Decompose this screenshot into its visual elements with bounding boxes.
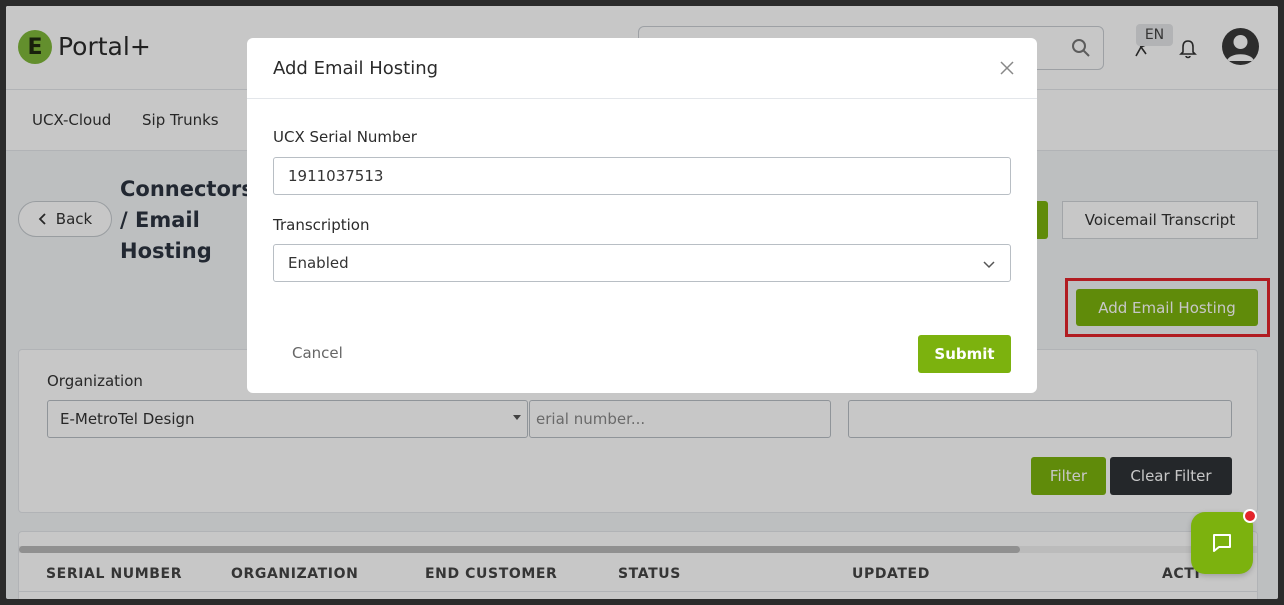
chevron-down-icon [983, 261, 995, 269]
serial-number-label: UCX Serial Number [273, 128, 417, 146]
close-icon[interactable] [999, 60, 1015, 76]
transcription-value: Enabled [288, 254, 349, 272]
add-email-hosting-modal: Add Email Hosting UCX Serial Number 1911… [247, 38, 1037, 393]
cancel-button[interactable]: Cancel [292, 344, 343, 362]
transcription-select[interactable]: Enabled [273, 244, 1011, 282]
notification-dot [1243, 509, 1257, 523]
transcription-label: Transcription [273, 216, 370, 234]
modal-title: Add Email Hosting [273, 58, 439, 79]
modal-header: Add Email Hosting [247, 38, 1037, 99]
chat-icon [1213, 534, 1231, 552]
serial-number-field[interactable]: 1911037513 [273, 157, 1011, 195]
chat-button[interactable] [1191, 512, 1253, 574]
app-window: E Portal+ EN UCX-Cloud Sip Trunks Back C… [6, 6, 1278, 599]
submit-button[interactable]: Submit [918, 335, 1011, 373]
